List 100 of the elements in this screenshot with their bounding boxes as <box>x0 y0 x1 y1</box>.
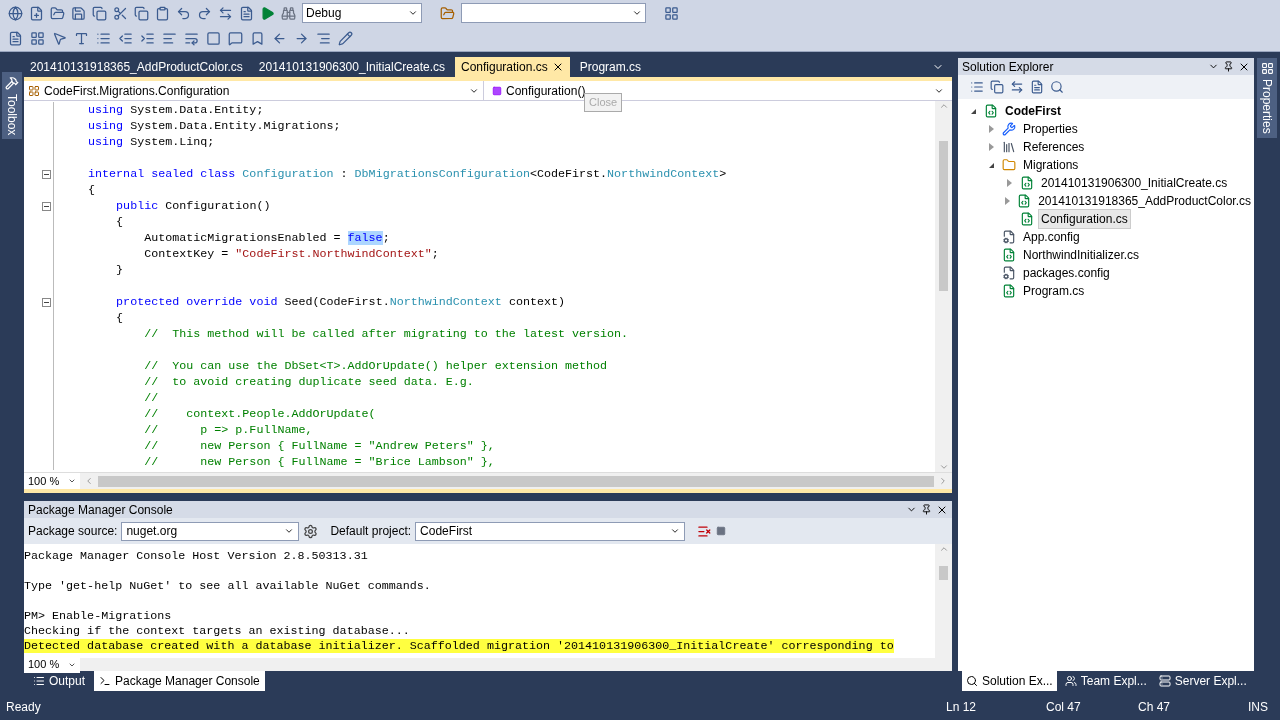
speech-icon[interactable] <box>228 31 243 47</box>
tree-item[interactable]: 201410131918365_AddProductColor.cs <box>1035 191 1254 211</box>
code-line: internal sealed class Configuration : DbMigrationsConfiguration<CodeFirst.NorthwindContext> <box>87 166 727 182</box>
pin-icon[interactable] <box>921 504 932 515</box>
tree-item[interactable]: packages.config <box>1020 263 1113 283</box>
scroll-thumb[interactable] <box>939 141 948 291</box>
csharp-file-icon <box>1002 248 1016 262</box>
horizontal-scrollbar[interactable] <box>98 475 934 487</box>
paste-icon[interactable] <box>155 5 170 21</box>
tree-item[interactable]: Properties <box>1020 119 1081 139</box>
find-combo[interactable] <box>461 3 646 24</box>
undo-icon[interactable] <box>176 5 191 21</box>
csharp-file-icon <box>1017 194 1032 208</box>
tree-item[interactable]: App.config <box>1020 227 1083 247</box>
project-dropdown[interactable]: CodeFirst <box>415 521 686 541</box>
collapsed-arrow-icon[interactable] <box>988 125 994 133</box>
navigate-icon[interactable] <box>218 5 233 21</box>
type-dropdown[interactable]: CodeFirst.Migrations.Configuration <box>24 81 484 100</box>
collapse-icon[interactable] <box>42 297 51 307</box>
zoom-dropdown[interactable]: 100 % <box>24 472 80 490</box>
document-icon[interactable] <box>239 5 254 21</box>
dropdown-icon[interactable] <box>906 504 917 515</box>
indent-icon[interactable] <box>140 31 155 47</box>
vertical-scrollbar[interactable] <box>935 101 952 472</box>
panel-tab[interactable]: Solution Ex... <box>962 671 1057 691</box>
source-dropdown[interactable]: nuget.org <box>121 521 300 541</box>
pin-icon[interactable] <box>1223 61 1234 72</box>
panel-tab[interactable]: Output <box>28 671 91 691</box>
code-line: { <box>115 214 124 230</box>
zoom-dropdown[interactable]: 100 % <box>24 656 80 673</box>
code-line: // You can use the DbSet<T>.AddOrUpdate() helper extension method <box>143 358 608 374</box>
previous-icon[interactable] <box>272 31 287 47</box>
panel-tab[interactable]: Package Manager Console <box>94 671 265 691</box>
tree-item[interactable]: Program.cs <box>1020 281 1088 301</box>
csharp-file-icon <box>1002 284 1016 298</box>
bookmark-icon[interactable] <box>250 31 265 47</box>
status-message: Ready <box>6 698 42 716</box>
caret-icon <box>284 526 295 536</box>
code-line: } <box>115 262 124 278</box>
pointer-icon[interactable] <box>52 31 67 47</box>
list-icon[interactable] <box>96 31 111 47</box>
csharp-file-icon <box>1020 176 1034 190</box>
copy-icon[interactable] <box>134 5 149 21</box>
expanded-arrow-icon[interactable] <box>970 108 976 114</box>
wrench-icon <box>1002 122 1016 136</box>
collapse-icon[interactable] <box>42 169 51 179</box>
library-icon <box>1002 140 1016 154</box>
code-line: // new Person { FullName = "Brice Lambson" }, <box>143 454 495 470</box>
scroll-thumb[interactable] <box>939 566 948 580</box>
config-file-icon <box>1002 266 1016 280</box>
add-item-icon[interactable] <box>29 5 44 21</box>
cut-icon[interactable] <box>113 5 128 21</box>
document-tab[interactable]: 201410131906300_InitialCreate.cs <box>252 57 451 77</box>
save-icon[interactable] <box>71 5 86 21</box>
settings-icon[interactable] <box>303 523 319 539</box>
terminal-icon <box>99 675 112 687</box>
expanded-arrow-icon[interactable] <box>988 162 994 168</box>
collapsed-arrow-icon[interactable] <box>1005 197 1011 205</box>
tree-item[interactable]: References <box>1020 137 1088 157</box>
tree-item[interactable]: CodeFirst <box>1002 101 1064 121</box>
collapse-icon[interactable] <box>42 201 51 211</box>
panel-tab[interactable]: Team Expl... <box>1060 671 1151 691</box>
new-project-icon[interactable] <box>8 5 23 21</box>
toolbox-icon[interactable] <box>5 76 19 90</box>
rectangle-icon[interactable] <box>206 31 221 47</box>
clear-icon[interactable] <box>697 523 713 539</box>
panel-tab[interactable]: Server Expl... <box>1154 671 1251 691</box>
stop-icon[interactable] <box>716 526 727 536</box>
vertical-scrollbar[interactable] <box>935 544 952 658</box>
start-icon[interactable] <box>260 5 275 21</box>
list-icon <box>33 675 45 687</box>
code-line: // This method will be called after migrating to the latest version. <box>143 326 629 342</box>
code-line: // p => p.FullName, <box>143 422 313 438</box>
text-icon[interactable] <box>74 31 89 47</box>
tree-item[interactable]: 201410131906300_InitialCreate.cs <box>1038 173 1231 193</box>
document-tab[interactable]: Program.cs <box>573 57 648 77</box>
next-icon[interactable] <box>294 31 309 47</box>
grid-icon[interactable] <box>30 31 45 47</box>
console-line: PM> Enable-Migrations <box>24 609 172 623</box>
pencil-icon[interactable] <box>338 31 353 47</box>
tree-item[interactable]: NorthwindInitializer.cs <box>1020 245 1143 265</box>
magnifier-icon <box>966 675 978 687</box>
redo-icon[interactable] <box>197 5 212 21</box>
tree-item[interactable]: Migrations <box>1020 155 1082 175</box>
collapsed-arrow-icon[interactable] <box>1006 179 1012 187</box>
collapsed-arrow-icon[interactable] <box>988 143 994 151</box>
code-line: // <box>143 390 159 406</box>
outdent-icon[interactable] <box>118 31 133 47</box>
document-tab[interactable]: Configuration.cs <box>455 57 570 77</box>
code-line: // new Person { FullName = "Andrew Peters" }, <box>143 438 495 454</box>
align-icon[interactable] <box>316 31 331 47</box>
code-line: using System.Data.Entity; <box>87 102 264 118</box>
char-indicator: Ch 47 <box>1138 698 1172 716</box>
build-mode-dropdown[interactable]: Debug <box>302 3 422 24</box>
code-line: ContextKey = "CodeFirst.NorthwindContext"; <box>143 246 439 262</box>
document-icon[interactable] <box>8 31 23 47</box>
document-tab[interactable]: 201410131918365_AddProductColor.cs <box>24 57 249 77</box>
open-folder-icon[interactable] <box>50 5 65 21</box>
insert-mode-indicator: INS <box>1248 698 1269 716</box>
tree-item[interactable]: Configuration.cs <box>1038 209 1131 229</box>
